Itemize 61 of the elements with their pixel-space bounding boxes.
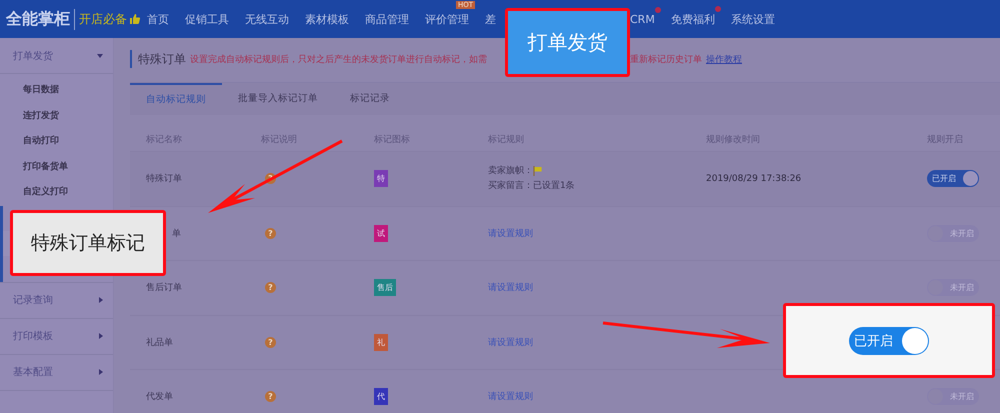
page-title: 特殊订单 — [138, 50, 186, 68]
help-icon[interactable]: ? — [265, 336, 276, 348]
nav-item[interactable]: 促销工具 — [185, 12, 229, 26]
table-cell-text: 售后订单 — [146, 282, 183, 294]
nav-item[interactable]: 免费福利 — [670, 12, 715, 26]
sidebar-item[interactable]: 连打发货 — [0, 104, 113, 129]
nav-item[interactable]: CRM — [630, 12, 655, 26]
tab[interactable]: 标记记录 — [334, 83, 406, 115]
set-rule-link[interactable]: 请设置规则 — [488, 226, 533, 240]
mark-tag: 试 — [374, 224, 388, 242]
modified-time: 2019/08/29 17:38:26 — [706, 174, 802, 184]
nav-item[interactable]: 商品管理 — [365, 12, 409, 26]
caret-right-icon — [99, 297, 103, 303]
mark-tag: 售后 — [374, 279, 396, 296]
set-rule-link[interactable]: 请设置规则 — [488, 390, 533, 404]
caret-right-icon — [99, 369, 103, 375]
logo-text: 全能掌柜 — [6, 8, 75, 30]
mark-tag: 代 — [374, 388, 388, 406]
notice-text: 重新标记历史订单 — [630, 54, 702, 66]
toggle-switch[interactable]: 已开启 — [927, 170, 979, 188]
tab[interactable]: 批量导入标记订单 — [222, 83, 334, 115]
sidebar-section[interactable]: 记录查询 — [0, 282, 113, 318]
nav-item[interactable]: 系统设置 — [730, 12, 775, 26]
sidebar-item[interactable]: 自定义打印 — [0, 180, 113, 206]
help-icon[interactable]: ? — [265, 282, 276, 294]
tutorial-link[interactable]: 操作教程 — [706, 52, 742, 66]
sidebar-section[interactable]: 基本配置 — [0, 354, 113, 390]
nav-item[interactable]: 无线互动 — [245, 12, 289, 26]
sidebar-item[interactable]: 打印备货单 — [0, 154, 113, 180]
rule-text: 买家留言：已设置1条 — [488, 180, 575, 193]
thumbs-up-icon — [129, 13, 141, 25]
notice-text: 设置完成自动标记规则后，只对之后产生的未发货订单进行自动标记，如需 — [190, 54, 487, 66]
toggle-switch[interactable]: 未开启 — [927, 388, 979, 406]
caret-down-icon — [97, 54, 103, 58]
table-cell-text: 礼品单 — [146, 336, 174, 349]
sidebar-section[interactable]: 打印模板 — [0, 318, 113, 354]
tab[interactable]: 自动标记规则 — [130, 83, 222, 115]
callout-label: 打单发货 — [505, 8, 630, 77]
nav-item[interactable]: 评价管理 — [425, 12, 469, 26]
sidebar-item[interactable]: 每日数据 — [0, 78, 113, 104]
toggle-switch[interactable]: 未开启 — [927, 224, 979, 242]
caret-right-icon — [99, 333, 103, 339]
toggle-switch[interactable]: 未开启 — [927, 279, 979, 296]
set-rule-link[interactable]: 请设置规则 — [488, 336, 533, 349]
nav-item[interactable]: 差 — [485, 12, 496, 26]
nav-item[interactable]: 首页 — [147, 12, 169, 26]
table-cell-text: 特殊订单 — [146, 172, 183, 186]
help-icon[interactable]: ? — [265, 391, 276, 402]
callout-label: 特殊订单标记 — [10, 210, 166, 276]
nav-item[interactable]: 素材模板 — [305, 12, 349, 26]
rule-text: 卖家旗帜： — [488, 164, 533, 178]
table-cell-text: 代发单 — [146, 390, 174, 404]
mark-tag: 特 — [374, 170, 388, 188]
sidebar-section[interactable]: 打单发货 — [0, 38, 113, 74]
help-icon[interactable]: ? — [265, 228, 276, 239]
table-cell-text: 单 — [171, 228, 182, 240]
mark-tag: 礼 — [374, 334, 388, 351]
flag-icon — [533, 166, 542, 176]
set-rule-link[interactable]: 请设置规则 — [488, 281, 533, 294]
sidebar-item[interactable]: 自动打印 — [0, 129, 113, 154]
slogan-text: 开店必备 — [79, 10, 127, 28]
